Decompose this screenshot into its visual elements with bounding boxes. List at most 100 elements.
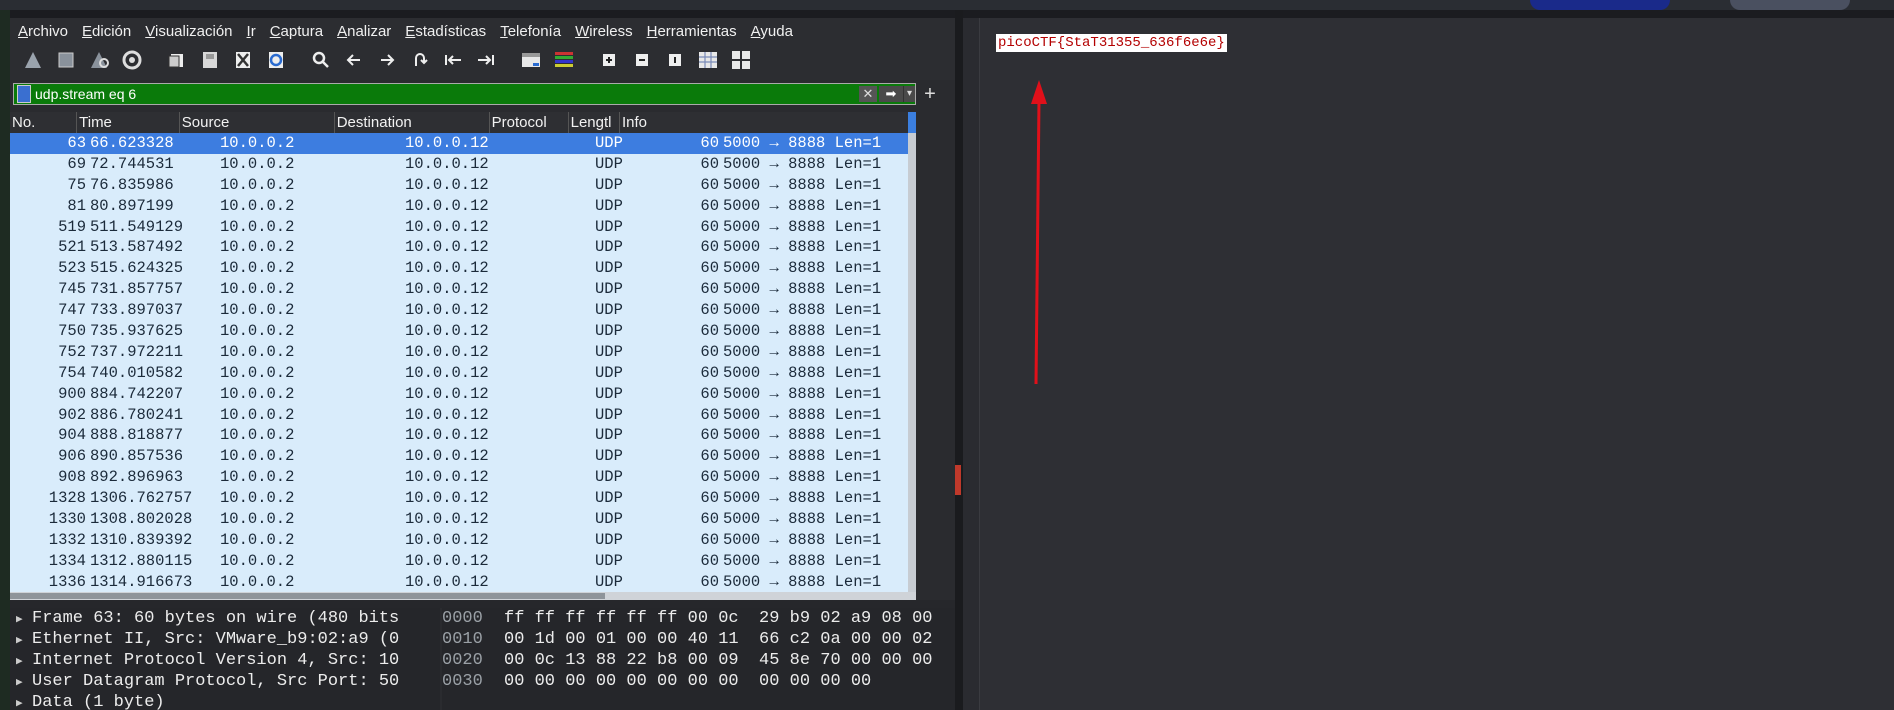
menu-wireless[interactable]: Wireless [575, 23, 633, 40]
menu-ir[interactable]: Ir [247, 23, 256, 40]
packet-cell-proto: UDP [595, 280, 623, 299]
save-file-button[interactable] [195, 48, 224, 77]
close-file-button[interactable] [228, 48, 257, 77]
stop-capture-button[interactable] [51, 48, 80, 77]
open-file-button[interactable] [162, 48, 191, 77]
packet-row[interactable]: 523 515.624325 10.0.0.2 10.0.0.12 UDP 60 5000 … [10, 258, 916, 279]
reload-file-button[interactable] [261, 48, 290, 77]
hex-dump-row[interactable]: 0020 00 0c 13 88 22 b8 00 09 45 8e 70 00 … [442, 650, 955, 671]
zoom-out-button[interactable] [627, 48, 656, 77]
packet-cell-proto: UDP [595, 384, 623, 403]
column-header-1[interactable]: Time [77, 112, 180, 133]
restart-capture-button[interactable] [84, 48, 113, 77]
packet-row[interactable]: 75 76.835986 10.0.0.2 10.0.0.12 UDP 60 5000 → … [10, 175, 916, 196]
find-packet-button[interactable] [306, 48, 335, 77]
menu-analizar[interactable]: Analizar [337, 23, 391, 40]
hscroll-thumb[interactable] [10, 593, 605, 599]
go-to-packet-button[interactable] [405, 48, 434, 77]
packet-cell-len: 60 [700, 238, 719, 257]
packet-list-vscroll[interactable] [908, 133, 916, 592]
packet-row[interactable]: 69 72.744531 10.0.0.2 10.0.0.12 UDP 60 5000 → … [10, 154, 916, 175]
menu-estadisticas[interactable]: Estadísticas [405, 23, 486, 40]
menu-visualizacion[interactable]: Visualización [145, 23, 232, 40]
packet-row[interactable]: 63 66.623328 10.0.0.2 10.0.0.12 UDP 60 5000 → … [10, 133, 916, 154]
column-scroll-indicator [908, 112, 916, 133]
zoom-in-button[interactable] [594, 48, 623, 77]
detail-tree-item[interactable]: ▶ Internet Protocol Version 4, Src: 10 [10, 650, 440, 671]
packet-row[interactable]: 752 737.972211 10.0.0.2 10.0.0.12 UDP 60 5000 … [10, 342, 916, 363]
menu-ayuda[interactable]: Ayuda [751, 23, 793, 40]
column-header-0[interactable]: No. [10, 112, 78, 133]
packet-row[interactable]: 908 892.896963 10.0.0.2 10.0.0.12 UDP 60 5000 … [10, 467, 916, 488]
packet-row[interactable]: 906 890.857536 10.0.0.2 10.0.0.12 UDP 60 5000 … [10, 446, 916, 467]
packet-cell-time: 888.818877 [90, 426, 184, 445]
packet-row[interactable]: 900 884.742207 10.0.0.2 10.0.0.12 UDP 60 5000 … [10, 384, 916, 405]
detail-tree-item[interactable]: ▶ Ethernet II, Src: VMware_b9:02:a9 (0 [10, 629, 440, 650]
colorize-button[interactable] [549, 48, 578, 77]
packet-cell-info: 5000 → 8888 Len=1 [723, 154, 882, 173]
flag-text[interactable]: picoCTF{StaT31355_636f6e6e} [996, 34, 1227, 52]
packet-cell-time: 740.010582 [90, 363, 184, 382]
detail-text: Frame 63: 60 bytes on wire (480 bits [32, 609, 400, 628]
detail-tree-item[interactable]: ▶ Frame 63: 60 bytes on wire (480 bits [10, 608, 440, 629]
detail-tree-item[interactable]: ▶ Data (1 byte) [10, 692, 440, 710]
expand-arrow-icon[interactable]: ▶ [16, 652, 32, 673]
menu-edicion[interactable]: Edición [82, 23, 131, 40]
packet-row[interactable]: 754 740.010582 10.0.0.2 10.0.0.12 UDP 60 5000 … [10, 363, 916, 384]
packet-row[interactable]: 747 733.897037 10.0.0.2 10.0.0.12 UDP 60 5000 … [10, 300, 916, 321]
packet-row[interactable]: 902 886.780241 10.0.0.2 10.0.0.12 UDP 60 5000 … [10, 405, 916, 426]
expand-arrow-icon[interactable]: ▶ [16, 631, 32, 652]
packet-cell-src: 10.0.0.2 [220, 384, 295, 403]
expand-arrow-icon[interactable]: ▶ [16, 694, 32, 710]
packet-row[interactable]: 750 735.937625 10.0.0.2 10.0.0.12 UDP 60 5000 … [10, 321, 916, 342]
packet-row[interactable]: 1328 1306.762757 10.0.0.2 10.0.0.12 UDP 60 500… [10, 488, 916, 509]
shark-fin-start-button[interactable] [18, 48, 47, 77]
pane-splitter[interactable] [10, 600, 955, 608]
normal-size-button[interactable] [660, 48, 689, 77]
expand-arrow-icon[interactable]: ▶ [16, 673, 32, 694]
packet-cell-info: 5000 → 8888 Len=1 [723, 426, 882, 445]
packet-cell-dst: 10.0.0.12 [405, 426, 489, 445]
go-forward-button[interactable] [372, 48, 401, 77]
column-header-2[interactable]: Source [180, 112, 335, 133]
packet-row[interactable]: 904 888.818877 10.0.0.2 10.0.0.12 UDP 60 5000 … [10, 425, 916, 446]
packet-row[interactable]: 1336 1314.916673 10.0.0.2 10.0.0.12 UDP 60 500… [10, 572, 916, 593]
column-header-3[interactable]: Destination [335, 112, 490, 133]
packet-cell-time: 80.897199 [90, 196, 174, 215]
filter-apply-button[interactable]: ➡ [879, 86, 903, 102]
display-filter-input[interactable] [31, 86, 859, 102]
first-packet-button[interactable] [438, 48, 467, 77]
packet-cell-time: 890.857536 [90, 447, 184, 466]
column-header-5[interactable]: Lengtl [569, 112, 620, 133]
filter-clear-button[interactable]: ✕ [859, 86, 877, 102]
hex-dump-row[interactable]: 0010 00 1d 00 01 00 00 40 11 66 c2 0a 00 … [442, 629, 955, 650]
packet-row[interactable]: 1330 1308.802028 10.0.0.2 10.0.0.12 UDP 60 500… [10, 509, 916, 530]
last-packet-button[interactable] [471, 48, 500, 77]
packet-row[interactable]: 519 511.549129 10.0.0.2 10.0.0.12 UDP 60 5000 … [10, 217, 916, 238]
autoscroll-button[interactable] [516, 48, 545, 77]
menu-archivo[interactable]: Archivo [18, 23, 68, 40]
resize-columns-button[interactable] [693, 48, 722, 77]
packet-row[interactable]: 81 80.897199 10.0.0.2 10.0.0.12 UDP 60 5000 → … [10, 196, 916, 217]
hex-dump-row[interactable]: 0000 ff ff ff ff ff ff 00 0c 29 b9 02 a9 … [442, 608, 955, 629]
expand-arrow-icon[interactable]: ▶ [16, 610, 32, 631]
filter-history-dropdown[interactable]: ▾ [903, 86, 915, 102]
add-filter-button[interactable]: + [920, 83, 940, 106]
split-view-button[interactable] [726, 48, 755, 77]
packet-row[interactable]: 1332 1310.839392 10.0.0.2 10.0.0.12 UDP 60 500… [10, 530, 916, 551]
capture-options-button[interactable] [117, 48, 146, 77]
detail-tree-item[interactable]: ▶ User Datagram Protocol, Src Port: 50 [10, 671, 440, 692]
column-header-6[interactable]: Info [620, 112, 916, 133]
packet-row[interactable]: 521 513.587492 10.0.0.2 10.0.0.12 UDP 60 5000 … [10, 237, 916, 258]
close-file-icon [231, 48, 255, 77]
menu-telefonia[interactable]: Telefonía [500, 23, 561, 40]
packet-row[interactable]: 1334 1312.880115 10.0.0.2 10.0.0.12 UDP 60 500… [10, 551, 916, 572]
hex-dump-row[interactable]: 0030 00 00 00 00 00 00 00 00 00 00 00 00 [442, 671, 955, 692]
menu-herramientas[interactable]: Herramientas [647, 23, 737, 40]
packet-list-hscroll[interactable] [10, 592, 916, 600]
menu-captura[interactable]: Captura [270, 23, 323, 40]
go-back-button[interactable] [339, 48, 368, 77]
filter-bookmark-icon[interactable] [17, 85, 31, 103]
column-header-4[interactable]: Protocol [490, 112, 569, 133]
packet-row[interactable]: 745 731.857757 10.0.0.2 10.0.0.12 UDP 60 5000 … [10, 279, 916, 300]
